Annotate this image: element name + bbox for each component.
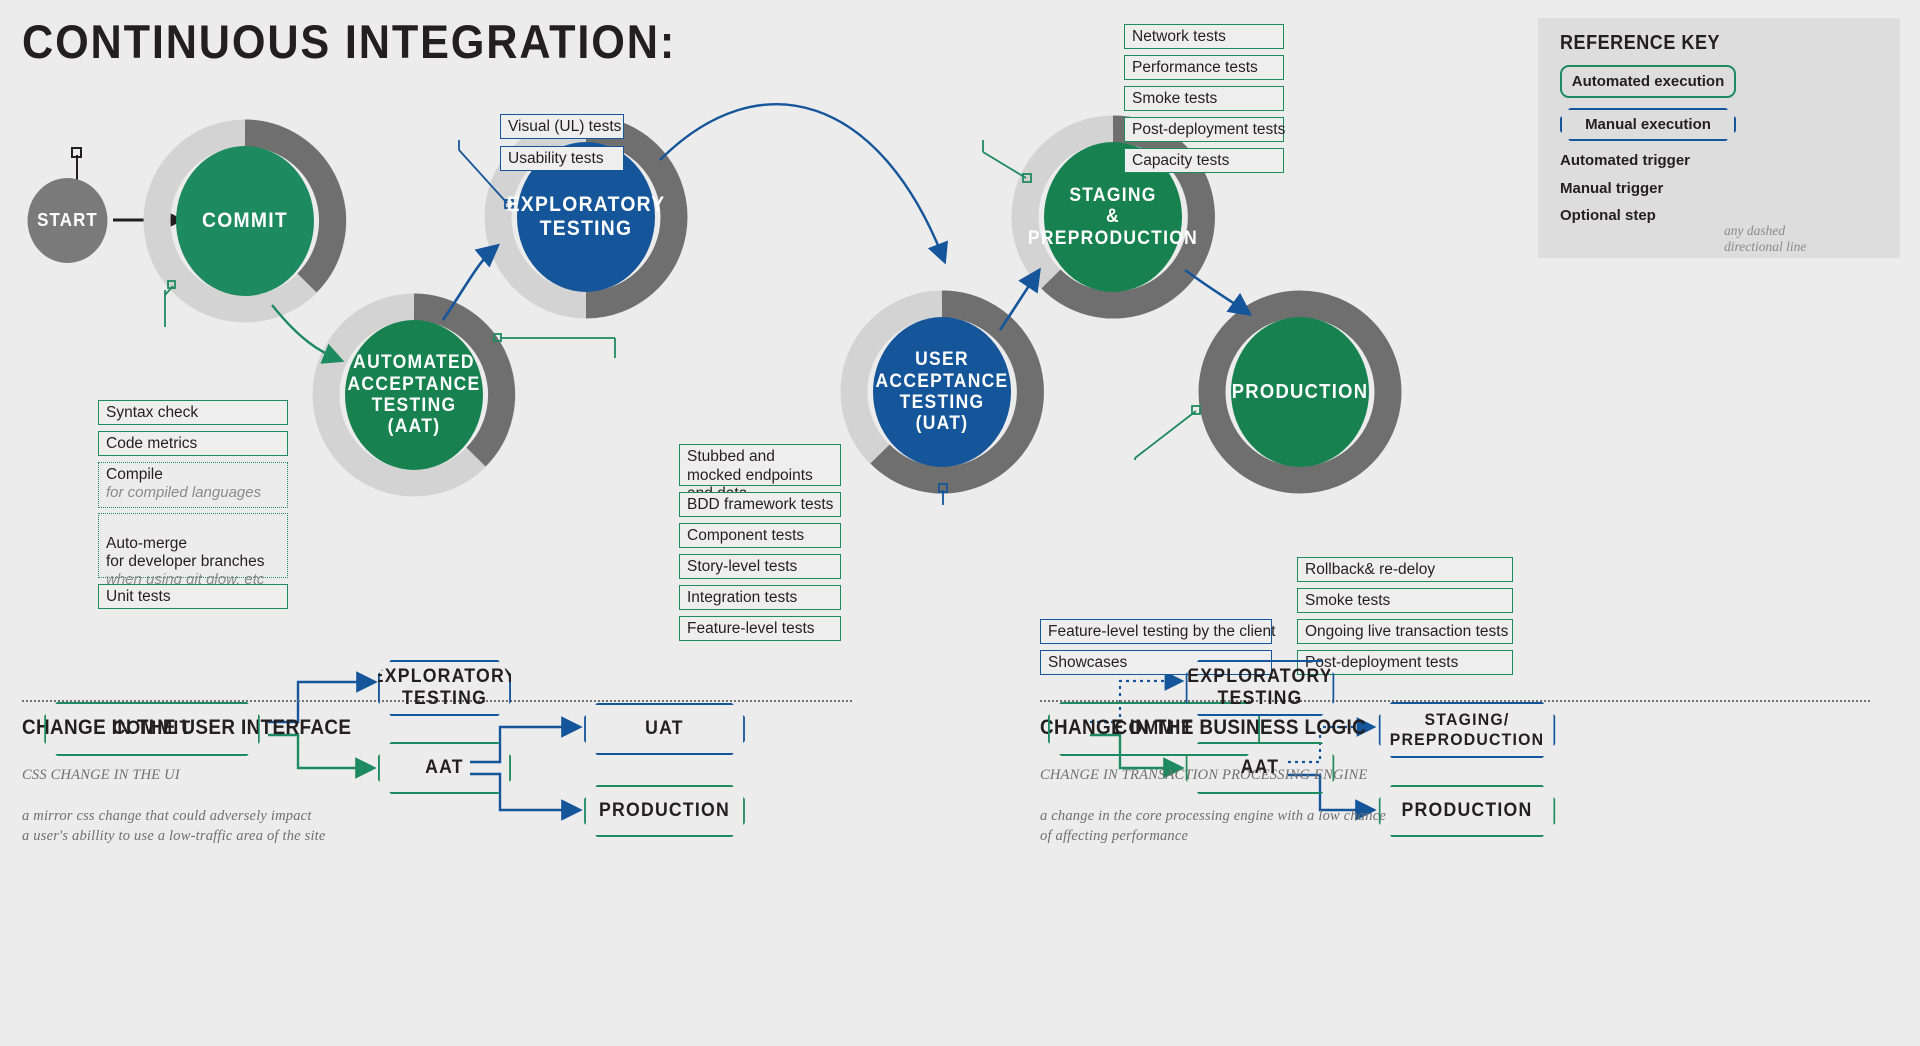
chip-syntax-check[interactable]: Syntax check xyxy=(98,400,288,425)
page-title: CONTINUOUS INTEGRATION: xyxy=(22,15,677,68)
key-optional-step-label: Optional step xyxy=(1560,207,1656,224)
chip-compile[interactable]: Compile for compiled languages xyxy=(98,462,288,508)
chip-label: BDD framework tests xyxy=(687,496,834,513)
leader-aat xyxy=(493,333,616,358)
arrow-commit-aat xyxy=(271,304,345,364)
chip-label: Visual (UL) tests xyxy=(508,118,622,135)
flow-right-exploratory[interactable]: EXPLORATORY TESTING xyxy=(1186,660,1335,716)
chip-label: Unit tests xyxy=(106,588,171,605)
key-optional-note: any dashed directional line xyxy=(1724,223,1807,255)
leader-production xyxy=(1134,405,1201,460)
chip-stubbed-mocked[interactable]: Stubbed and mocked endpoints and data xyxy=(679,444,841,502)
arrow-staging-production xyxy=(1184,268,1253,317)
chip-post-deployment-tests-staging[interactable]: Post-deployment tests xyxy=(1124,117,1286,142)
chip-label: Feature-level tests xyxy=(687,620,815,637)
chip-label: Post-deployment tests xyxy=(1132,121,1286,138)
node-aat[interactable]: AUTOMATED ACCEPTANCE TESTING (AAT) xyxy=(339,320,489,470)
chip-label: Smoke tests xyxy=(1305,592,1391,609)
flow-left-uat[interactable]: UAT xyxy=(584,703,745,755)
chip-label: Syntax check xyxy=(106,404,199,421)
reference-key-panel: REFERENCE KEY Automated execution Manual… xyxy=(1538,18,1900,258)
chip-smoke-tests-production[interactable]: Smoke tests xyxy=(1297,588,1513,613)
section-body: a mirror css change that could adversely… xyxy=(22,807,326,845)
chip-label: Integration tests xyxy=(687,589,798,606)
chip-visual-ul-tests[interactable]: Visual (UL) tests xyxy=(500,114,624,139)
section-rule-right xyxy=(1040,700,1870,702)
leader-staging xyxy=(982,140,1032,183)
chip-label: Rollback& re-deloy xyxy=(1305,561,1436,578)
chip-label: Compile xyxy=(106,466,163,483)
chip-story-level-tests[interactable]: Story-level tests xyxy=(679,554,841,579)
arrow-aat-exploratory xyxy=(441,243,500,321)
leader-uat xyxy=(938,483,948,505)
chip-bdd-framework-tests[interactable]: BDD framework tests xyxy=(679,492,841,517)
chip-network-tests[interactable]: Network tests xyxy=(1124,24,1284,49)
node-production-label: PRODUCTION xyxy=(1231,317,1369,467)
section-subtitle-user-interface: CSS CHANGE IN THE UI a mirror css change… xyxy=(22,744,326,847)
flow-right-production[interactable]: PRODUCTION xyxy=(1379,785,1556,837)
chip-label: Ongoing live transaction tests xyxy=(1305,623,1509,640)
chip-feature-level-tests[interactable]: Feature-level tests xyxy=(679,616,841,641)
chip-unit-tests[interactable]: Unit tests xyxy=(98,584,288,609)
flow-left-commit[interactable]: COMMIT xyxy=(44,702,260,756)
chip-label: Component tests xyxy=(687,527,805,544)
chip-integration-tests[interactable]: Integration tests xyxy=(679,585,841,610)
flow-left-production[interactable]: PRODUCTION xyxy=(584,785,745,837)
chip-smoke-tests-staging[interactable]: Smoke tests xyxy=(1124,86,1284,111)
key-manual-execution: Manual execution xyxy=(1560,108,1736,141)
node-commit[interactable]: COMMIT xyxy=(170,146,320,296)
chip-label: Story-level tests xyxy=(687,558,798,575)
key-automated-execution: Automated execution xyxy=(1560,65,1736,98)
key-automated-trigger-label: Automated trigger xyxy=(1560,152,1691,169)
chip-label: Capacity tests xyxy=(1132,152,1230,169)
start-stem xyxy=(71,147,82,182)
chip-ongoing-live-transaction-tests[interactable]: Ongoing live transaction tests xyxy=(1297,619,1513,644)
node-start[interactable]: START xyxy=(27,178,108,263)
section-subtitle-caps: CSS CHANGE IN THE UI xyxy=(22,766,180,783)
node-uat[interactable]: USER ACCEPTANCE TESTING (UAT) xyxy=(867,317,1017,467)
reference-key-title: REFERENCE KEY xyxy=(1560,32,1721,54)
chip-component-tests[interactable]: Component tests xyxy=(679,523,841,548)
chip-label: Performance tests xyxy=(1132,59,1258,76)
chip-capacity-tests[interactable]: Capacity tests xyxy=(1124,148,1284,173)
chip-feature-level-testing-client[interactable]: Feature-level testing by the client xyxy=(1040,619,1276,644)
node-uat-label: USER ACCEPTANCE TESTING (UAT) xyxy=(873,317,1011,467)
chip-usability-tests[interactable]: Usability tests xyxy=(500,146,624,171)
chip-label: Network tests xyxy=(1132,28,1226,45)
flow-left-aat[interactable]: AAT xyxy=(378,742,511,794)
flow-left-exploratory[interactable]: EXPLORATORY TESTING xyxy=(378,660,511,716)
key-manual-trigger-label: Manual trigger xyxy=(1560,180,1664,197)
node-commit-label: COMMIT xyxy=(176,146,314,296)
chip-rollback-redeploy[interactable]: Rollback& re-deloy xyxy=(1297,557,1513,582)
node-aat-label: AUTOMATED ACCEPTANCE TESTING (AAT) xyxy=(345,320,483,470)
flow-right-staging[interactable]: STAGING/ PREPRODUCTION xyxy=(1379,702,1556,758)
chip-label: Showcases xyxy=(1048,654,1128,671)
chip-sublabel: for compiled languages xyxy=(106,483,262,501)
section-body: a change in the core processing engine w… xyxy=(1040,807,1386,845)
chip-label: Feature-level testing by the client xyxy=(1048,623,1276,640)
chip-label: Auto-merge for developer branches xyxy=(106,534,265,570)
chip-label: Code metrics xyxy=(106,435,198,452)
node-production[interactable]: PRODUCTION xyxy=(1225,317,1375,467)
chip-auto-merge[interactable]: Auto-merge for developer branches when u… xyxy=(98,513,288,588)
flow-right-aat[interactable]: AAT xyxy=(1186,742,1335,794)
chip-performance-tests[interactable]: Performance tests xyxy=(1124,55,1284,80)
chip-label: Smoke tests xyxy=(1132,90,1218,107)
arrow-exploratory-uat xyxy=(659,103,948,265)
chip-label: Usability tests xyxy=(508,150,604,167)
chip-code-metrics[interactable]: Code metrics xyxy=(98,431,288,456)
